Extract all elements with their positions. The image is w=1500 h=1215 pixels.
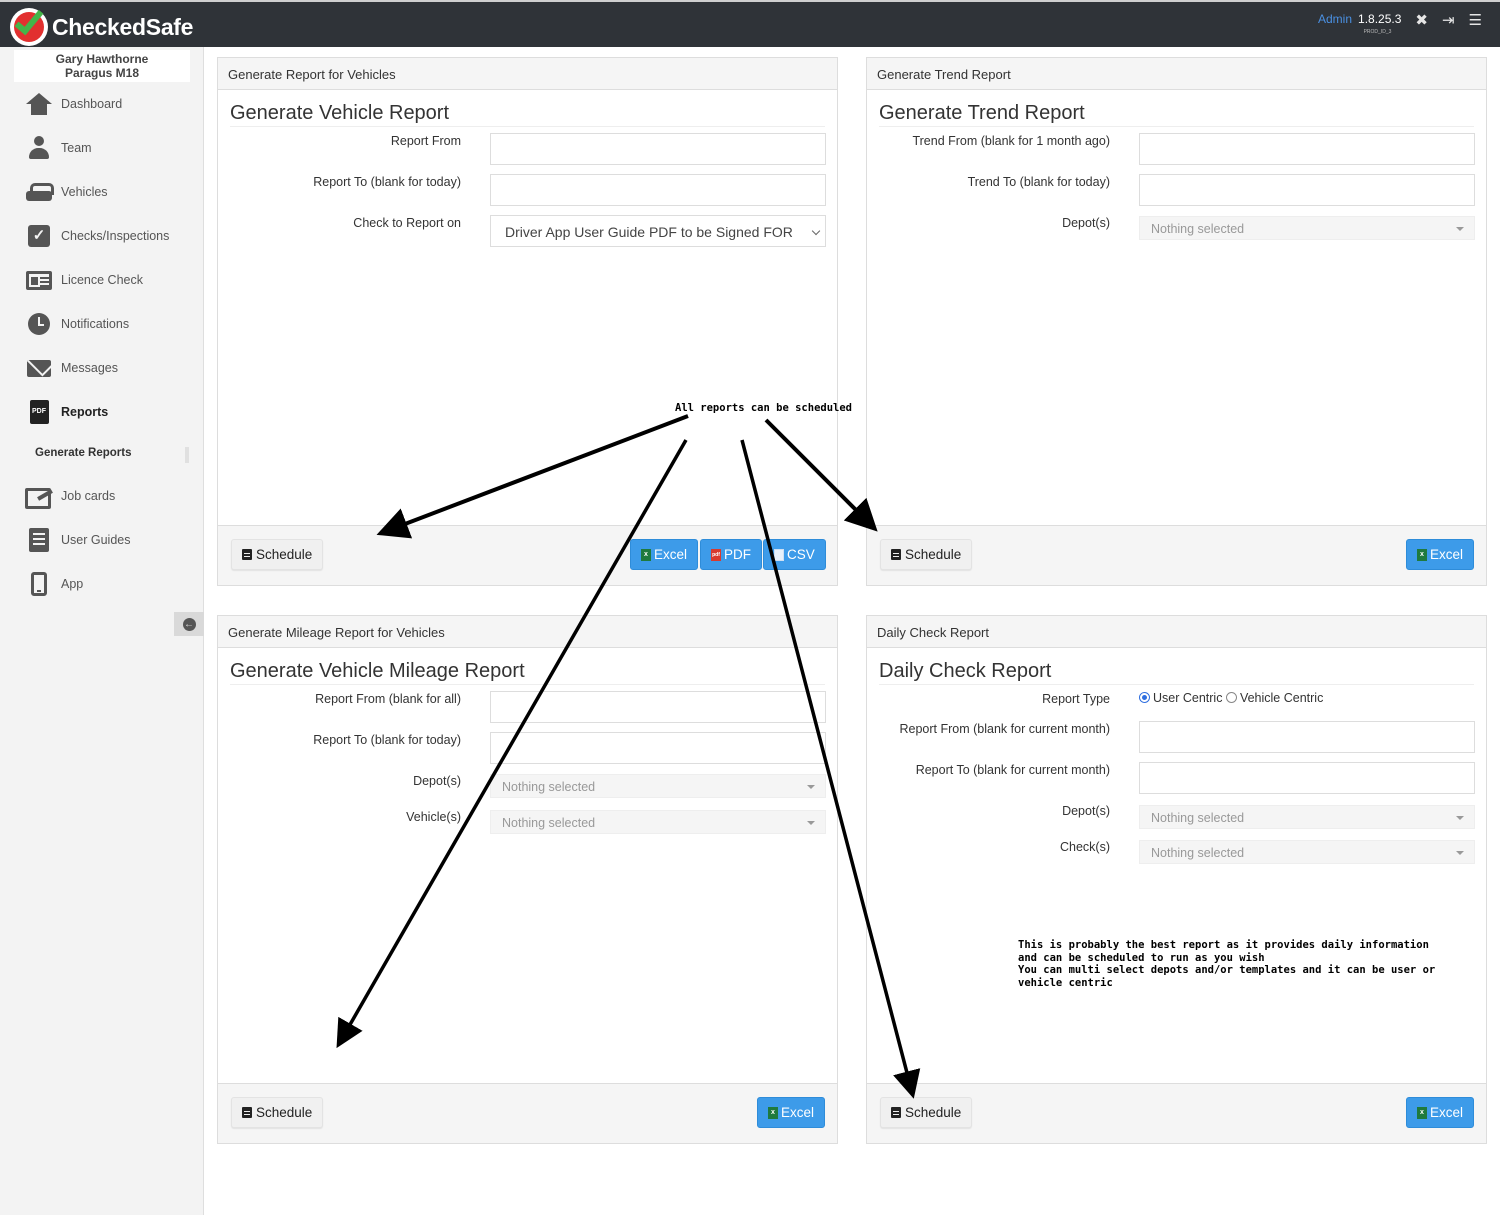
annotation-schedule-note: All reports can be scheduled	[675, 402, 853, 414]
arrow-to-daily-schedule	[740, 439, 921, 1099]
annotation-daily-note: This is probably the best report as it p…	[1018, 939, 1436, 989]
arrow-to-trend-schedule	[764, 418, 878, 532]
annotation-arrows	[336, 414, 921, 1099]
